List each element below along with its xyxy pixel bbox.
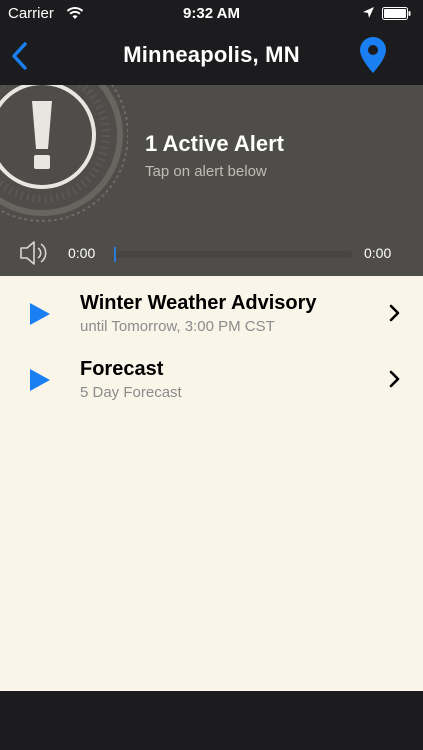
play-icon[interactable] bbox=[29, 302, 51, 326]
play-icon[interactable] bbox=[29, 368, 51, 392]
list-item-winter-weather-advisory[interactable]: Winter Weather Advisory until Tomorrow, … bbox=[0, 280, 423, 342]
bottom-bar bbox=[0, 691, 423, 750]
list-item-subtitle: until Tomorrow, 3:00 PM CST bbox=[80, 318, 275, 335]
alert-hint: Tap on alert below bbox=[145, 163, 267, 180]
list-item-title: Winter Weather Advisory bbox=[80, 292, 317, 314]
list-item-subtitle: 5 Day Forecast bbox=[80, 384, 182, 401]
list-item-title: Forecast bbox=[80, 358, 164, 380]
battery-icon bbox=[382, 7, 411, 20]
alert-list: Winter Weather Advisory until Tomorrow, … bbox=[0, 276, 423, 691]
status-bar: Carrier 9:32 AM bbox=[0, 0, 423, 28]
elapsed-time: 0:00 bbox=[68, 245, 96, 261]
duration-time: 0:00 bbox=[364, 245, 392, 261]
speaker-icon[interactable] bbox=[18, 239, 48, 267]
clock: 9:32 AM bbox=[183, 5, 240, 22]
audio-progress-thumb[interactable] bbox=[114, 247, 116, 262]
map-pin-icon[interactable] bbox=[359, 36, 387, 74]
location-services-icon bbox=[363, 7, 374, 18]
active-alert-count: 1 Active Alert bbox=[145, 131, 284, 156]
chevron-right-icon bbox=[389, 370, 400, 388]
chevron-right-icon bbox=[389, 304, 400, 322]
list-item-forecast[interactable]: Forecast 5 Day Forecast bbox=[0, 346, 423, 408]
alert-summary-panel: 1 Active Alert Tap on alert below 0:00 0… bbox=[0, 85, 423, 276]
alert-exclamation-icon bbox=[0, 85, 128, 222]
audio-progress-slider[interactable] bbox=[114, 247, 352, 262]
navigation-bar: Minneapolis, MN bbox=[0, 28, 423, 85]
